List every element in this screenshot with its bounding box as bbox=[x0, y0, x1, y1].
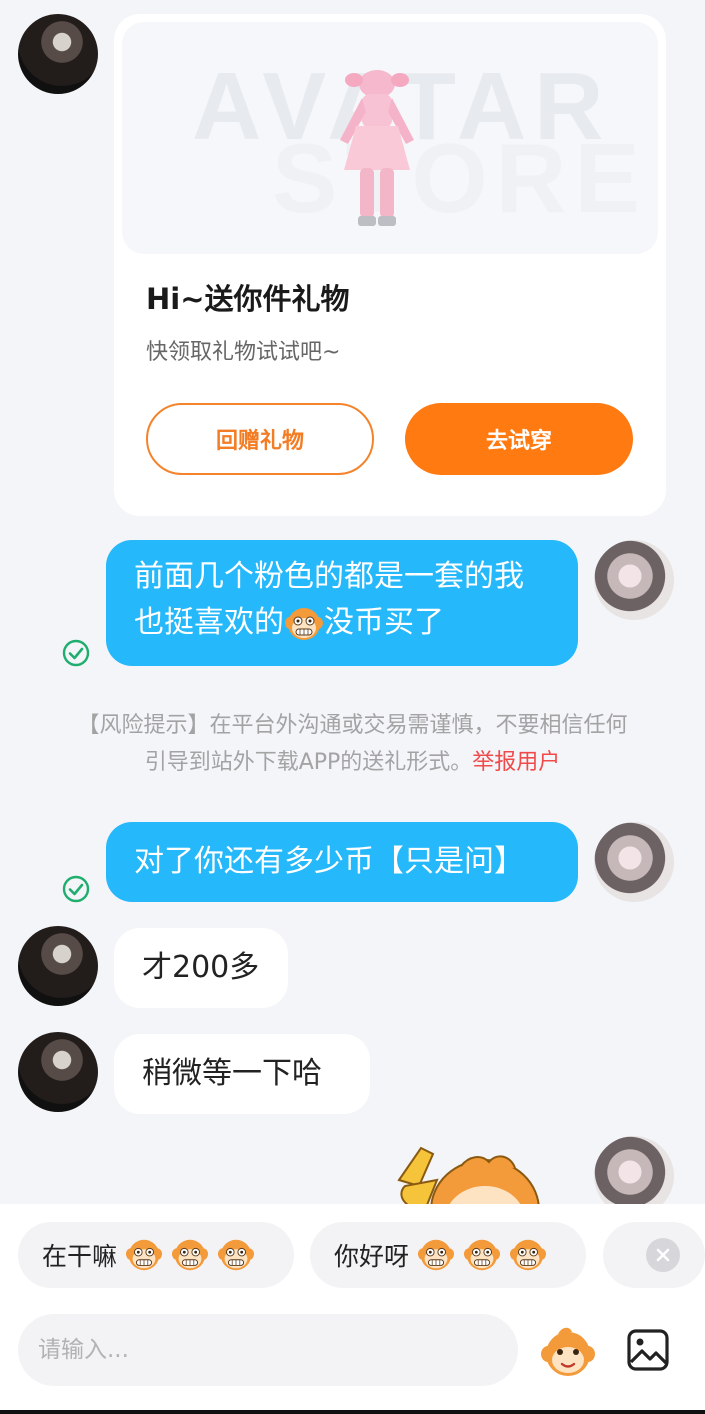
dress-outfit-image bbox=[340, 70, 414, 226]
monkey-emoji-icon bbox=[217, 1236, 255, 1274]
risk-notice-line: 引导到站外下载APP的送礼形式。 bbox=[144, 750, 473, 775]
quick-reply-text: 在干嘛 bbox=[42, 1242, 118, 1271]
monkey-emoji-icon bbox=[509, 1236, 547, 1274]
gift-banner-image: AVATAR STORE bbox=[122, 22, 658, 254]
read-check-icon bbox=[62, 639, 90, 667]
contact-avatar[interactable] bbox=[18, 14, 98, 94]
monkey-emoji-icon bbox=[284, 604, 324, 644]
message-text-line: 也挺喜欢的 没币买了 bbox=[134, 600, 550, 646]
message-text: 对了你还有多少币【只是问】 bbox=[134, 844, 524, 879]
monkey-sticker-message[interactable] bbox=[385, 1140, 555, 1210]
message-text: 稍微等一下哈 bbox=[142, 1056, 322, 1091]
my-avatar[interactable] bbox=[594, 540, 674, 620]
message-bubble-incoming[interactable]: 才200多 bbox=[114, 928, 288, 1008]
message-bubble-incoming[interactable]: 稍微等一下哈 bbox=[114, 1034, 370, 1114]
quick-reply-chip[interactable]: 在干嘛 bbox=[18, 1222, 294, 1288]
monkey-emoji-icon bbox=[125, 1236, 163, 1274]
message-text: 才200多 bbox=[142, 950, 260, 985]
bottom-input-bar: 在干嘛 你好呀 bbox=[0, 1204, 705, 1414]
close-quick-replies-button[interactable] bbox=[646, 1238, 680, 1272]
image-picker-icon[interactable] bbox=[626, 1328, 670, 1372]
gift-title: Hi~送你件礼物 bbox=[146, 282, 350, 316]
gift-subtitle: 快领取礼物试试吧~ bbox=[146, 340, 341, 365]
report-user-link[interactable]: 举报用户 bbox=[472, 750, 560, 775]
risk-notice-line: 【风险提示】在平台外沟通或交易需谨慎，不要相信任何 bbox=[77, 713, 628, 738]
message-bubble-outgoing[interactable]: 对了你还有多少币【只是问】 bbox=[106, 822, 578, 902]
emoji-picker-icon[interactable] bbox=[540, 1324, 596, 1380]
return-gift-button[interactable]: 回赠礼物 bbox=[146, 403, 374, 475]
monkey-emoji-icon bbox=[417, 1236, 455, 1274]
my-avatar[interactable] bbox=[594, 822, 674, 902]
quick-reply-text: 你好呀 bbox=[334, 1242, 410, 1271]
message-text: 也挺喜欢的 bbox=[134, 605, 284, 640]
gift-card: AVATAR STORE Hi~送你件礼物 快领取礼物试试吧~ 回赠礼物 去试穿 bbox=[114, 14, 666, 516]
message-input[interactable] bbox=[18, 1314, 518, 1386]
contact-avatar[interactable] bbox=[18, 1032, 98, 1112]
message-bubble-outgoing[interactable]: 前面几个粉色的都是一套的我 也挺喜欢的 没币买了 bbox=[106, 540, 578, 666]
monkey-emoji-icon bbox=[463, 1236, 501, 1274]
contact-avatar[interactable] bbox=[18, 926, 98, 1006]
read-check-icon bbox=[62, 875, 90, 903]
try-on-button[interactable]: 去试穿 bbox=[405, 403, 633, 475]
monkey-emoji-icon bbox=[171, 1236, 209, 1274]
home-indicator-bar bbox=[0, 1410, 705, 1414]
close-icon bbox=[656, 1248, 670, 1262]
message-text: 前面几个粉色的都是一套的我 bbox=[134, 559, 524, 594]
message-text: 没币买了 bbox=[324, 605, 444, 640]
risk-notice: 【风险提示】在平台外沟通或交易需谨慎，不要相信任何 引导到站外下载APP的送礼形… bbox=[40, 707, 665, 781]
quick-reply-chip[interactable]: 你好呀 bbox=[310, 1222, 586, 1288]
